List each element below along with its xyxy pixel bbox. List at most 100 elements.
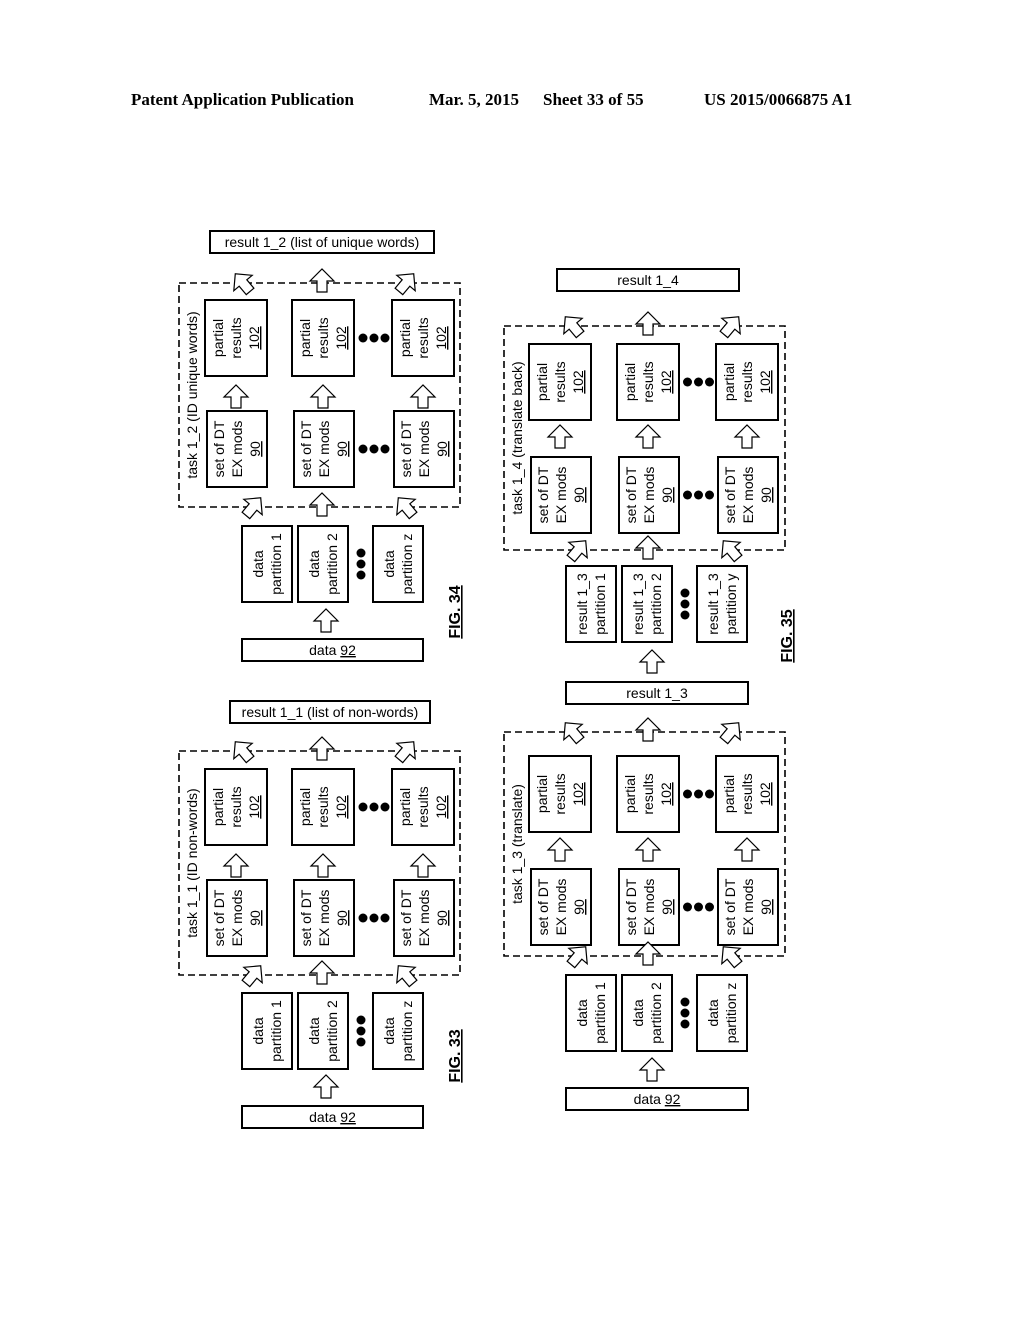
partition-label-line: partition 1 [592,982,608,1044]
up-arrow-icon [638,649,666,674]
ellipsis-dots-icon [358,802,390,812]
input-arrow-icon [396,497,418,520]
dot [369,444,379,454]
dot [356,1015,366,1025]
arrow-shape [308,268,336,293]
figure-label: FIG. 34 [447,585,464,638]
figure-fig35a: result 1_3task 1_3 (translate) partial res… [503,681,786,1111]
arrow-shape [241,965,263,988]
dot [358,802,368,812]
dot [358,444,368,454]
arrow-shape [733,837,761,862]
partition-label-line: partition 2 [648,573,664,635]
dt-ex-modules-label-line: set of DT [535,878,551,935]
result-label: result 1_4 [617,272,679,288]
arrow-shape [634,837,662,862]
partition-label-line: partition 2 [324,533,340,595]
dt-ex-modules-label-line: 90 [758,899,774,915]
up-arrow-icon [312,608,340,633]
dot [356,1037,366,1047]
partial-results-label-line: 102 [246,795,262,819]
ellipsis-dots-icon [680,997,690,1029]
dot [683,490,692,500]
partition-label-line: data [630,999,646,1026]
partial-results-label-line: 102 [570,370,586,394]
dt-ex-modules-label-line: 90 [758,487,774,503]
dt-ex-modules-label-line: 90 [571,487,587,503]
arrow-shape [308,960,336,985]
dt-ex-modules-label-line: EX mods [553,879,569,936]
dot [683,902,692,912]
dot [369,333,379,343]
up-arrow-icon [309,384,337,409]
patent-diagram: result 1_2 (list of unique words) task 1_… [178,230,796,1129]
partial-results-label-line: 102 [433,326,449,350]
partition-label-line: data [574,999,590,1026]
dt-ex-modules-label-line: 90 [334,910,350,926]
dot [680,1019,690,1029]
arrow-shape [312,608,340,633]
dt-ex-modules-label-line: set of DT [398,420,414,477]
figure-fig34: result 1_2 (list of unique words) task 1_… [178,230,464,662]
dt-ex-modules-label-line: EX mods [641,467,657,524]
dt-ex-modules-label-line: 90 [659,899,675,915]
partition-label-line: partition 1 [268,1000,284,1062]
partial-results-label-line: partial [622,775,638,813]
input-arrow-icon [721,540,743,563]
dot [358,913,368,923]
up-arrow-icon [222,384,250,409]
input-arrow-icon [634,535,662,560]
ellipsis-dots-icon [358,444,390,454]
arrow-shape [309,853,337,878]
partition-label-line: partition y [723,574,739,635]
up-arrow-icon [546,837,574,862]
dt-ex-modules-label-line: EX mods [229,421,245,478]
ellipsis-dots-icon [356,1015,366,1047]
partition-label-line: data [250,550,266,577]
input-arrow-icon [566,540,588,563]
dt-ex-modules-label-line: 90 [434,910,450,926]
dt-ex-modules-label-line: 90 [434,441,450,457]
output-arrow-icon [233,741,255,764]
partial-results-label-line: results [315,786,331,827]
up-arrow-icon [409,853,437,878]
figure-label-text: FIG. 35 [779,609,796,662]
arrow-shape [241,497,263,520]
partial-results-label-line: results [739,361,755,402]
partition-label-line: result 1_3 [574,573,590,635]
dt-ex-modules-label-line: set of DT [298,420,314,477]
dt-ex-modules-label-line: 90 [659,487,675,503]
partition-label-line: partition z [723,983,739,1044]
partition-label-line: result 1_3 [630,573,646,635]
partial-results-label-line: partial [210,788,226,826]
partition-label-line: result 1_3 [705,573,721,635]
ellipsis-dots-icon [356,548,366,580]
arrow-shape [546,424,574,449]
up-arrow-icon [733,424,761,449]
dot [380,333,390,343]
ellipsis-dots-icon [683,377,714,387]
task-label-line: task 1_4 (translate back) [509,361,525,514]
partial-results-label-line: partial [397,788,413,826]
dot [356,559,366,569]
up-arrow-icon [309,853,337,878]
partial-results-label-line: 102 [570,782,586,806]
result-label: result 1_3 [626,685,688,701]
dt-ex-modules-label-line: EX mods [316,421,332,478]
input-arrow-icon [308,492,336,517]
dt-ex-modules-label-line: EX mods [740,467,756,524]
dt-ex-modules-label-line: 90 [571,899,587,915]
partial-results-label-line: 102 [757,782,773,806]
partial-results-label-line: 102 [333,326,349,350]
partial-results-label-line: results [640,361,656,402]
arrow-shape [721,540,743,563]
dot [705,377,714,387]
partial-results-label-line: results [739,773,755,814]
up-arrow-icon [312,1074,340,1099]
partial-results-label-line: partial [297,319,313,357]
input-arrow-icon [396,965,418,988]
arrow-shape [396,497,418,520]
partial-results-label-line: results [415,317,431,358]
dot [694,902,703,912]
partial-results-label-line: partial [534,775,550,813]
